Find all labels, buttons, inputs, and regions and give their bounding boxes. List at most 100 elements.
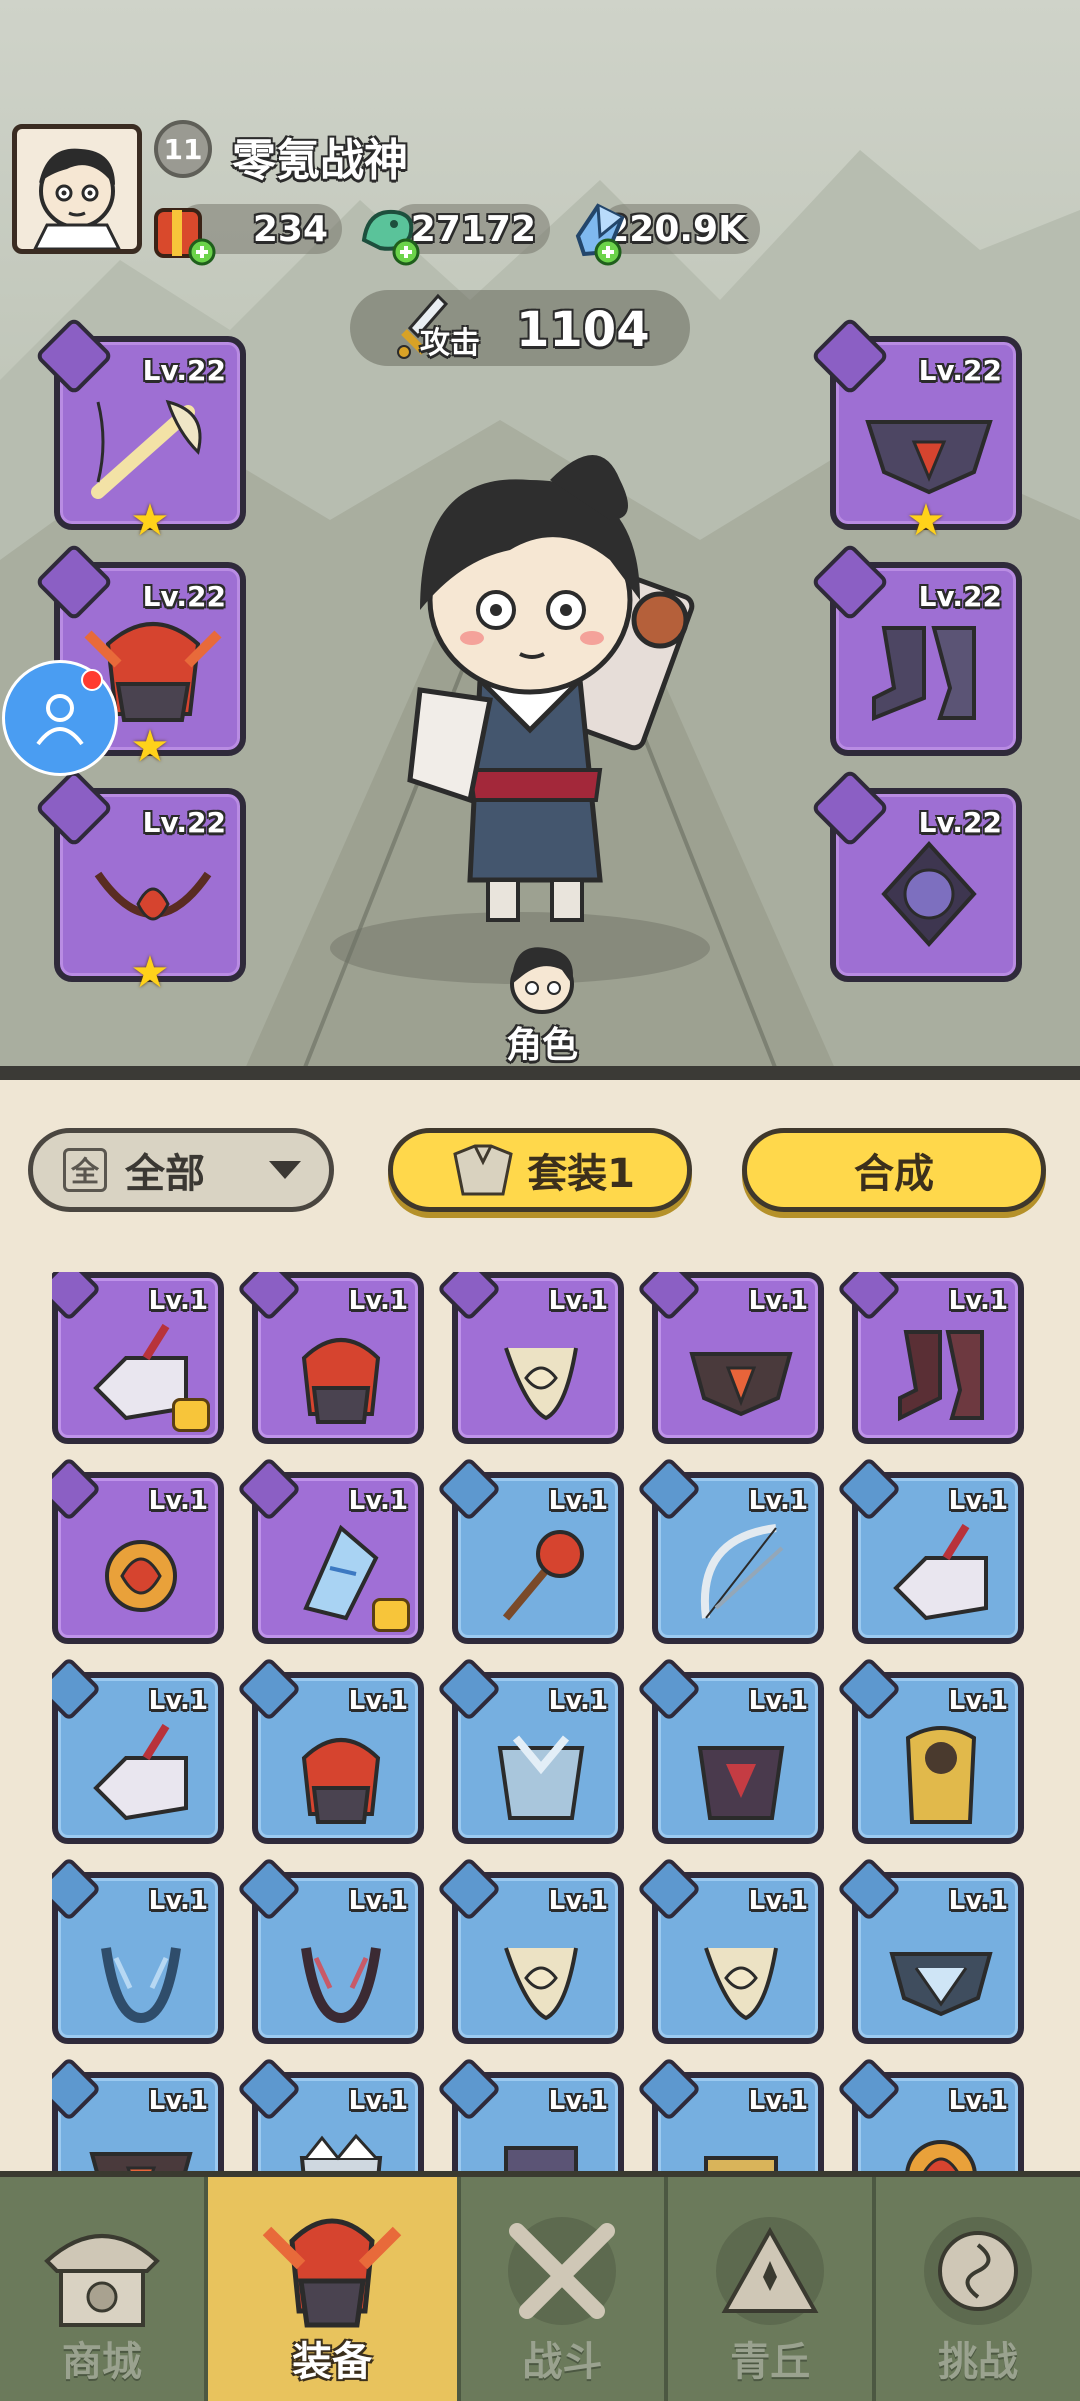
slot-type-icon	[52, 1272, 102, 1322]
set-badge-icon	[172, 1398, 210, 1432]
inventory-item-belt-ice[interactable]: Lv.1	[836, 1856, 1024, 2044]
item-level: Lv.1	[148, 1286, 208, 1316]
equip-slot-boots[interactable]: Lv.22	[810, 542, 1022, 756]
inventory-item-armor-gold[interactable]: Lv.1	[836, 1656, 1024, 1844]
equip-slot-belt[interactable]: Lv.22 ★	[810, 316, 1022, 546]
belt-item-icon	[865, 420, 993, 495]
item-level: Lv.1	[548, 1686, 608, 1716]
nav-challenge[interactable]: 挑战	[876, 2177, 1080, 2401]
craft-button[interactable]: 合成	[742, 1128, 1046, 1212]
attack-value: 1104	[516, 302, 650, 358]
slot-type-icon	[836, 1272, 902, 1322]
filter-label: 全部	[125, 1151, 205, 1197]
inventory-grid: Lv.1 Lv.1 Lv.1 Lv.1 Lv.1 Lv.1 Lv.1 Lv.1 Lv.1 Lv.1…	[52, 1272, 1032, 2172]
necklace-icon	[704, 1947, 778, 2021]
inventory-item-armor-ice[interactable]: Lv.1	[436, 1656, 624, 1844]
equipment-icon	[262, 2218, 402, 2328]
inventory-item-ring[interactable]: Lv.1	[836, 2056, 1024, 2172]
role-label[interactable]: 角色	[506, 1016, 578, 1068]
shop-icon	[44, 2234, 160, 2327]
necklace-dark-icon	[301, 1947, 381, 2024]
weapon-mace-icon	[502, 1530, 584, 1621]
customer-service-button[interactable]	[2, 660, 118, 776]
item-level: Lv.1	[748, 1886, 808, 1916]
jade-dragon-icon[interactable]	[354, 196, 424, 266]
item-level: Lv.1	[948, 1886, 1008, 1916]
nav-equipment[interactable]: 装备	[207, 2177, 461, 2401]
attack-label: 攻击	[420, 326, 480, 361]
inventory-item-armor-dark[interactable]: Lv.1	[636, 1656, 824, 1844]
slot-type-icon	[436, 1456, 502, 1522]
inventory-item-necklace[interactable]: Lv.1	[436, 1272, 624, 1444]
inventory-item-ring[interactable]: Lv.1	[52, 1456, 224, 1644]
nav-battle[interactable]: 战斗	[461, 2177, 669, 2401]
battle-icon	[508, 2217, 617, 2325]
slot-type-icon	[836, 2056, 902, 2122]
star-icon: ★	[130, 495, 170, 546]
inventory-item-bracer[interactable]: Lv.1	[52, 1272, 224, 1444]
player-avatar[interactable]	[12, 124, 142, 254]
inventory-item-helmet[interactable]: Lv.1	[236, 1272, 424, 1444]
star-icon: ★	[130, 721, 170, 772]
slot-type-icon	[436, 1656, 502, 1722]
equip-slot-necklace[interactable]: Lv.22 ★	[34, 768, 246, 998]
item-level: Lv.1	[548, 2086, 608, 2116]
boots-ice-icon	[299, 2133, 383, 2172]
slot-type-icon	[52, 1656, 102, 1722]
inventory-item-necklace[interactable]: Lv.1	[636, 1856, 824, 2044]
inventory-item-boots[interactable]: Lv.1	[836, 1272, 1024, 1444]
item-level: Lv.1	[948, 1686, 1008, 1716]
equip-slot-ring[interactable]: Lv.22	[810, 768, 1022, 982]
item-level: Lv.1	[148, 1686, 208, 1716]
boots-gold-icon	[704, 2156, 778, 2172]
item-level: Lv.1	[748, 1486, 808, 1516]
item-level: Lv.1	[348, 2086, 408, 2116]
inventory-item-boots-ice[interactable]: Lv.1	[236, 2056, 424, 2172]
armor-gold-icon	[905, 1726, 977, 1824]
equip-slot-weapon[interactable]: Lv.22 ★	[34, 316, 246, 546]
necklace-icon	[504, 1347, 578, 1421]
inventory-item-bracer[interactable]: Lv.1	[52, 1656, 224, 1844]
resource-value: 234	[252, 208, 328, 250]
slot-type-icon	[52, 2056, 102, 2122]
nav-qingqiu[interactable]: 青丘	[668, 2177, 877, 2401]
slot-type-icon	[836, 1856, 902, 1922]
item-level: Lv.1	[348, 1286, 408, 1316]
armor-set-icon	[453, 1144, 513, 1196]
notification-dot	[81, 669, 103, 691]
item-level: Lv.1	[748, 2086, 808, 2116]
set-button[interactable]: 套装1	[388, 1128, 692, 1212]
inventory-item-helmet[interactable]: Lv.1	[236, 1656, 424, 1844]
weapon-bow-icon	[700, 1524, 784, 1619]
armor-ice-icon	[497, 1735, 585, 1820]
nav-shop[interactable]: 商城	[0, 2177, 208, 2401]
inventory-item-belt[interactable]: Lv.1	[636, 1272, 824, 1444]
slot-type-icon	[836, 1456, 902, 1522]
inventory-item-weapon-mace[interactable]: Lv.1	[436, 1456, 624, 1644]
player-name: 零氪战神	[232, 135, 408, 186]
crystal-icon[interactable]	[564, 196, 634, 266]
inventory-item-belt[interactable]: Lv.1	[52, 2056, 224, 2172]
filter-dropdown[interactable]: 全 全部	[28, 1128, 334, 1212]
mountain-icon	[716, 2217, 825, 2325]
necklace-item-icon	[94, 871, 212, 921]
slot-type-icon	[236, 1272, 302, 1322]
inventory-item-bracer[interactable]: Lv.1	[836, 1456, 1024, 1644]
slot-type-icon	[52, 1456, 102, 1522]
fan-weapon-icon	[91, 399, 202, 499]
inventory-item-boots-dark[interactable]: Lv.1	[436, 2056, 624, 2172]
inventory-item-weapon-bow[interactable]: Lv.1	[636, 1456, 824, 1644]
slot-type-icon	[636, 1272, 702, 1322]
inventory-item-boots-gold[interactable]: Lv.1	[636, 2056, 824, 2172]
inventory-item-pendant[interactable]: Lv.1	[236, 1456, 424, 1644]
star-icon: ★	[130, 947, 170, 998]
inventory-item-necklace-dark[interactable]: Lv.1	[236, 1856, 424, 2044]
hero-character[interactable]	[380, 440, 710, 950]
bracer-icon	[893, 1523, 988, 1621]
item-level: Lv.1	[148, 1486, 208, 1516]
inventory-item-necklace[interactable]: Lv.1	[436, 1856, 624, 2044]
ring-icon	[905, 2140, 977, 2172]
gift-pack-icon[interactable]	[146, 196, 216, 266]
belt-ice-icon	[889, 1952, 993, 2017]
inventory-item-necklace-ice[interactable]: Lv.1	[52, 1856, 224, 2044]
